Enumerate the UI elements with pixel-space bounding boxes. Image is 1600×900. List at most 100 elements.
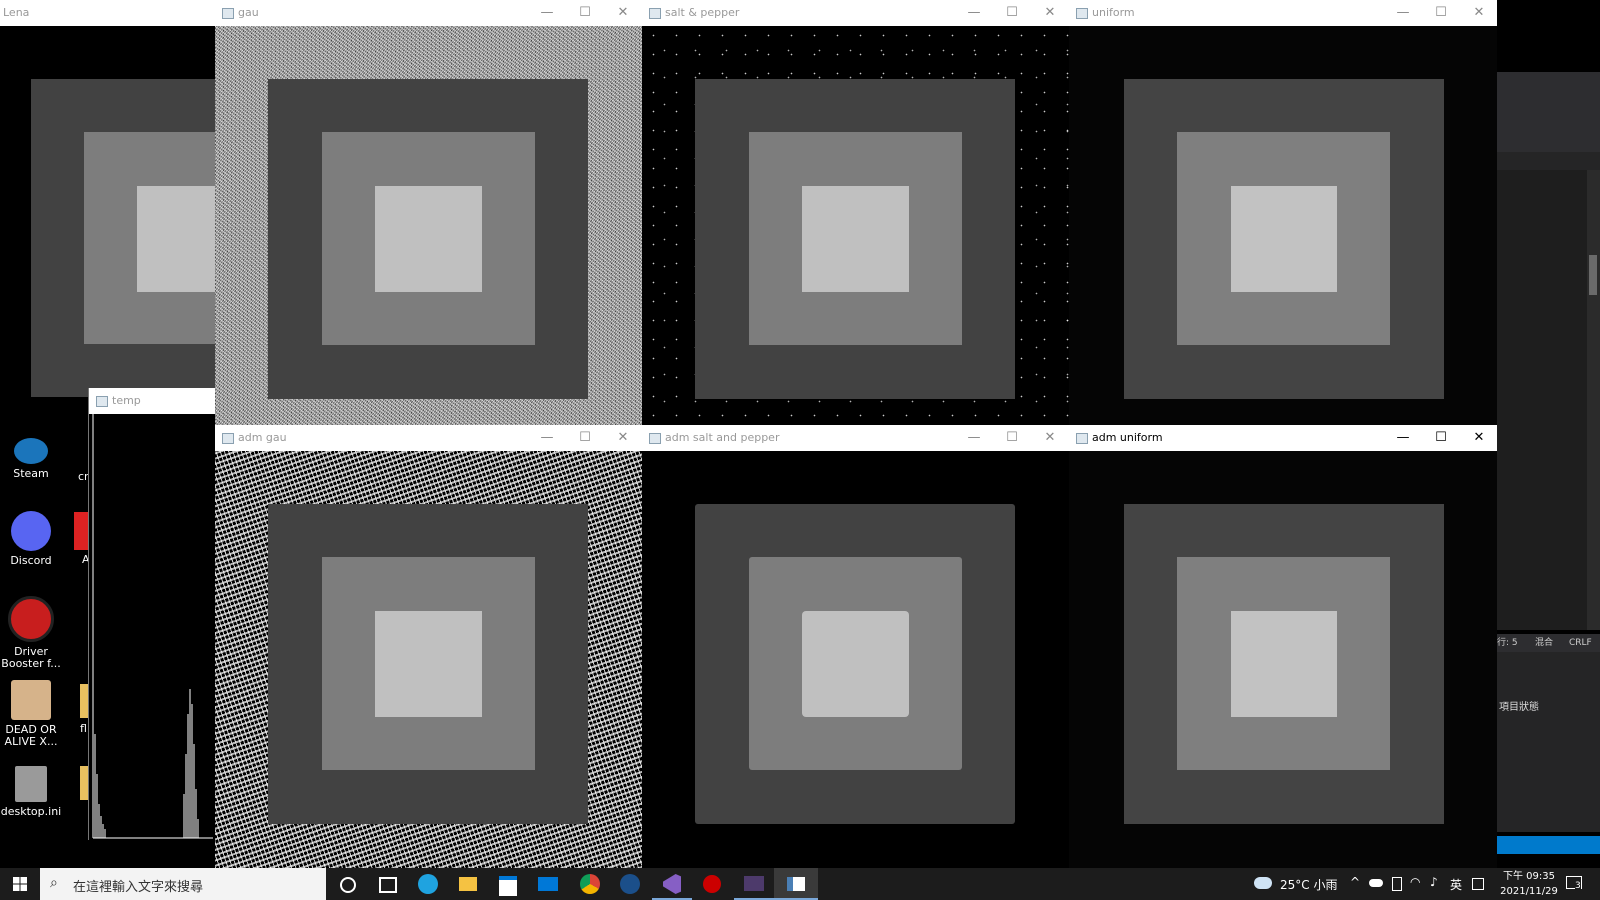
wifi-icon[interactable]: ◠ (1410, 875, 1420, 889)
window-adm-uniform[interactable]: adm uniform — ☐ ✕ (1069, 425, 1497, 868)
image-canvas (0, 26, 215, 398)
taskbar-terminal[interactable] (734, 868, 774, 900)
onedrive-icon[interactable] (1369, 879, 1383, 887)
minimize-button[interactable]: — (1385, 425, 1421, 451)
window-gau[interactable]: gau — ☐ ✕ (215, 0, 642, 425)
titlebar[interactable]: adm gau — ☐ ✕ (215, 425, 642, 451)
taskbar-file-explorer[interactable] (448, 868, 488, 900)
close-button[interactable]: ✕ (1461, 425, 1497, 451)
window-icon (649, 8, 661, 19)
steam-icon (14, 438, 48, 464)
taskbar-visual-studio[interactable] (652, 868, 692, 900)
window-salt-pepper[interactable]: salt & pepper — ☐ ✕ (642, 0, 1069, 425)
maximize-button[interactable]: ☐ (567, 0, 603, 26)
mail-icon (538, 877, 558, 891)
ide-toolbar (1497, 72, 1600, 152)
inner-square (375, 186, 482, 292)
maximize-button[interactable]: ☐ (567, 425, 603, 451)
minimize-button[interactable]: — (956, 425, 992, 451)
steam-icon (620, 874, 640, 894)
minimize-button[interactable]: — (1385, 0, 1421, 26)
status-line: 行: 5 (1497, 638, 1518, 648)
ime-indicator[interactable]: 英 (1450, 876, 1462, 893)
asus-icon (703, 875, 721, 893)
edge-icon (418, 874, 438, 894)
inner-square (1231, 186, 1337, 292)
status-eol: CRLF (1569, 638, 1592, 648)
taskbar-mail[interactable] (528, 868, 568, 900)
window-icon (222, 8, 234, 19)
close-button[interactable]: ✕ (1032, 0, 1068, 26)
taskbar-image-viewer[interactable] (774, 868, 818, 900)
desktop-icon-desktop-ini[interactable]: desktop.ini (0, 766, 62, 818)
titlebar[interactable]: uniform — ☐ ✕ (1069, 0, 1497, 26)
task-view-button[interactable] (366, 868, 406, 900)
cortana-button[interactable] (326, 868, 366, 900)
histogram-plot (92, 414, 213, 839)
minimize-button[interactable]: — (956, 0, 992, 26)
start-button[interactable] (0, 868, 40, 900)
search-placeholder: 在這裡輸入文字來搜尋 (73, 880, 204, 895)
notification-button[interactable]: 3 (1566, 874, 1586, 892)
ide-status-row: 行: 5 混合 CRLF (1497, 634, 1600, 652)
taskbar-search-box[interactable]: ⌕ 在這裡輸入文字來搜尋 (40, 868, 326, 900)
window-title: adm uniform (1092, 431, 1163, 444)
close-button[interactable]: ✕ (605, 0, 641, 26)
keyboard-icon[interactable] (1472, 878, 1484, 890)
maximize-button[interactable]: ☐ (1423, 425, 1459, 451)
window-adm-salt-pepper[interactable]: adm salt and pepper — ☐ ✕ (642, 425, 1069, 868)
desktop-icon-label: Steam (13, 467, 49, 480)
taskbar-asus[interactable] (692, 868, 732, 900)
window-icon (1076, 8, 1088, 19)
ide-scrollbar[interactable] (1587, 170, 1600, 630)
window-adm-gau[interactable]: adm gau — ☐ ✕ (215, 425, 642, 868)
taskbar-edge[interactable] (408, 868, 448, 900)
desktop-icon-label: Driver Booster f... (1, 645, 61, 670)
desktop-icon-driver-booster[interactable]: Driver Booster f... (0, 596, 62, 670)
window-title: Lena (3, 6, 30, 19)
titlebar[interactable]: temp (89, 388, 216, 414)
desktop-icon-partial-a[interactable] (74, 512, 88, 550)
store-icon (499, 876, 517, 896)
taskbar-chrome[interactable] (570, 868, 610, 900)
scrollbar-thumb[interactable] (1589, 255, 1597, 295)
task-view-icon (379, 877, 397, 893)
desktop-icon-label: Discord (10, 554, 52, 567)
titlebar[interactable]: adm salt and pepper — ☐ ✕ (642, 425, 1069, 451)
maximize-button[interactable]: ☐ (994, 425, 1030, 451)
window-title: gau (238, 6, 259, 19)
close-button[interactable]: ✕ (605, 425, 641, 451)
volume-icon[interactable]: ♪ (1430, 875, 1438, 889)
desktop-icon-discord[interactable]: Discord (0, 511, 62, 567)
settings-file-icon (15, 766, 47, 802)
close-button[interactable]: ✕ (1461, 0, 1497, 26)
taskbar-store[interactable] (488, 868, 528, 900)
ide-status-bar (1497, 836, 1600, 854)
clock[interactable]: 下午 09:35 2021/11/29 (1494, 869, 1564, 899)
titlebar[interactable]: Lena (0, 0, 215, 26)
titlebar[interactable]: adm uniform — ☐ ✕ (1069, 425, 1497, 451)
weather-icon[interactable] (1254, 877, 1272, 889)
device-icon[interactable] (1392, 877, 1402, 891)
minimize-button[interactable]: — (529, 0, 565, 26)
close-button[interactable]: ✕ (1032, 425, 1068, 451)
taskbar-steam[interactable] (610, 868, 650, 900)
window-lena[interactable]: Lena (0, 0, 215, 398)
terminal-icon (744, 876, 764, 891)
desktop-icon-steam[interactable]: Steam (0, 438, 62, 480)
window-uniform[interactable]: uniform — ☐ ✕ (1069, 0, 1497, 425)
titlebar[interactable]: salt & pepper — ☐ ✕ (642, 0, 1069, 26)
visual-studio-icon (663, 874, 681, 894)
image-canvas (215, 26, 642, 425)
inner-square (802, 186, 909, 292)
weather-text[interactable]: 25°C 小雨 (1280, 876, 1337, 893)
desktop-icon-partial-cr[interactable]: cr (78, 470, 89, 483)
maximize-button[interactable]: ☐ (994, 0, 1030, 26)
window-temp[interactable]: temp (88, 388, 216, 840)
titlebar[interactable]: gau — ☐ ✕ (215, 0, 642, 26)
maximize-button[interactable]: ☐ (1423, 0, 1459, 26)
desktop-icon-dead-or-alive[interactable]: DEAD OR ALIVE X... (0, 680, 62, 748)
minimize-button[interactable]: — (529, 425, 565, 451)
image-canvas (642, 26, 1069, 425)
chevron-up-icon[interactable]: ^ (1350, 875, 1360, 889)
